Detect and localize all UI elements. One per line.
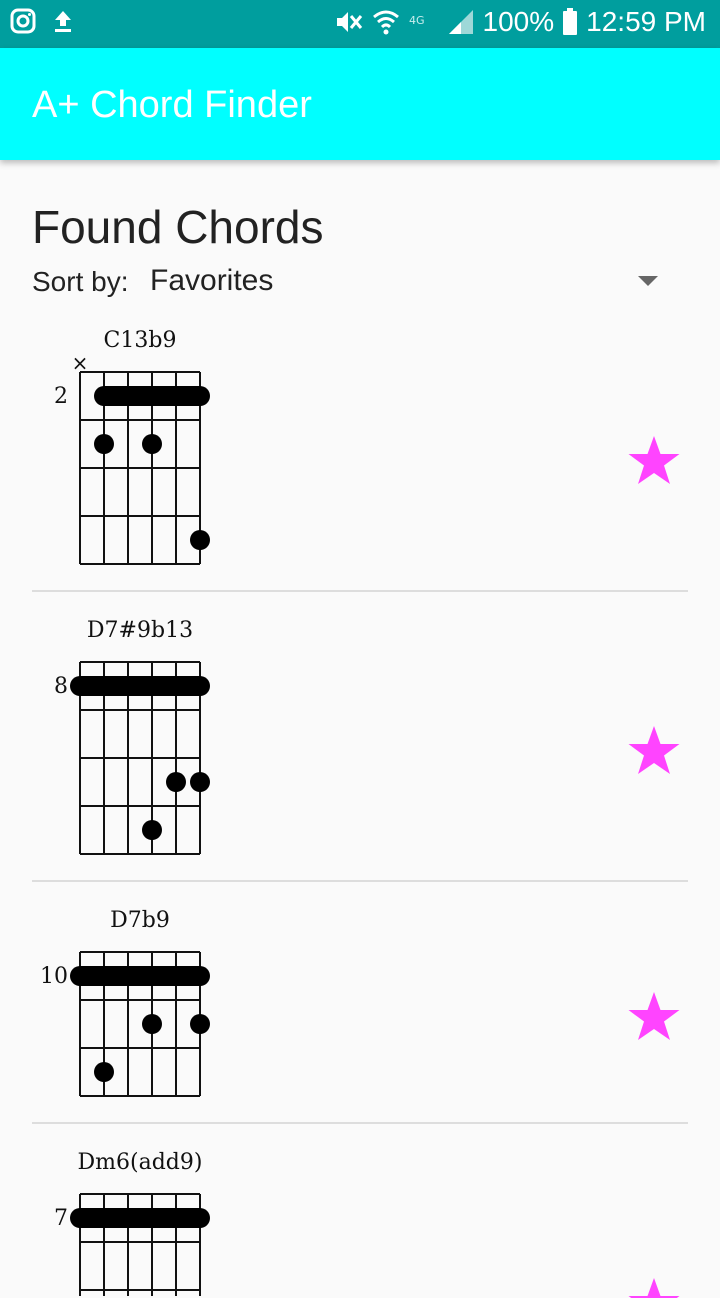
chord-diagram: 10: [40, 951, 210, 1097]
status-bar: 4G 100% 12:59 PM: [0, 0, 720, 48]
sort-label: Sort by:: [32, 266, 129, 297]
finger-dot: [166, 772, 186, 792]
page-title: Found Chords: [32, 201, 324, 253]
finger-dot: [190, 1014, 210, 1034]
dropdown-arrow-icon[interactable]: [638, 276, 658, 286]
divider: [32, 880, 688, 882]
chord-diagram: 8: [54, 661, 210, 855]
finger-dot: [94, 434, 114, 454]
finger-dot: [190, 772, 210, 792]
fret-number: 2: [54, 384, 68, 409]
signal-icon: [448, 10, 473, 34]
chord-item[interactable]: Dm6(add9) 7: [32, 1138, 688, 1298]
svg-text:4G: 4G: [409, 14, 425, 27]
4g-icon: 4G: [409, 14, 425, 27]
fret-number: 7: [54, 1206, 68, 1231]
finger-dot: [142, 820, 162, 840]
chord-diagram: 7: [54, 1193, 210, 1296]
chord-diagram: 2×: [54, 351, 210, 565]
app-bar: A+ Chord Finder: [0, 48, 720, 160]
divider: [32, 1122, 688, 1124]
instagram-icon: [10, 8, 36, 34]
fret-number: 8: [54, 674, 68, 699]
favorite-star-icon[interactable]: [626, 434, 682, 490]
wifi-icon: [372, 10, 399, 35]
favorite-star-icon[interactable]: [626, 724, 682, 780]
app-title: A+ Chord Finder: [32, 84, 312, 126]
chord-item[interactable]: D7#9b13 8: [32, 606, 688, 882]
divider: [32, 590, 688, 592]
sort-row: Sort by: Favorites: [32, 264, 662, 304]
fret-number: 10: [40, 964, 68, 989]
finger-dot: [142, 434, 162, 454]
sort-value[interactable]: Favorites: [150, 264, 273, 298]
upload-icon: [55, 11, 71, 32]
finger-dot: [94, 1062, 114, 1082]
chord-item[interactable]: D7b9 10: [32, 896, 688, 1124]
battery-percent: 100%: [482, 6, 555, 37]
finger-dot: [142, 1014, 162, 1034]
favorite-star-icon[interactable]: [626, 1276, 682, 1298]
favorite-star-icon[interactable]: [626, 990, 682, 1046]
finger-dot: [190, 530, 210, 550]
mute-icon: [336, 12, 362, 32]
battery-icon: [563, 8, 578, 35]
chord-item[interactable]: C13b9 2 ×: [32, 316, 688, 592]
clock: 12:59 PM: [586, 6, 706, 37]
muted-string-icon: ×: [72, 351, 89, 375]
